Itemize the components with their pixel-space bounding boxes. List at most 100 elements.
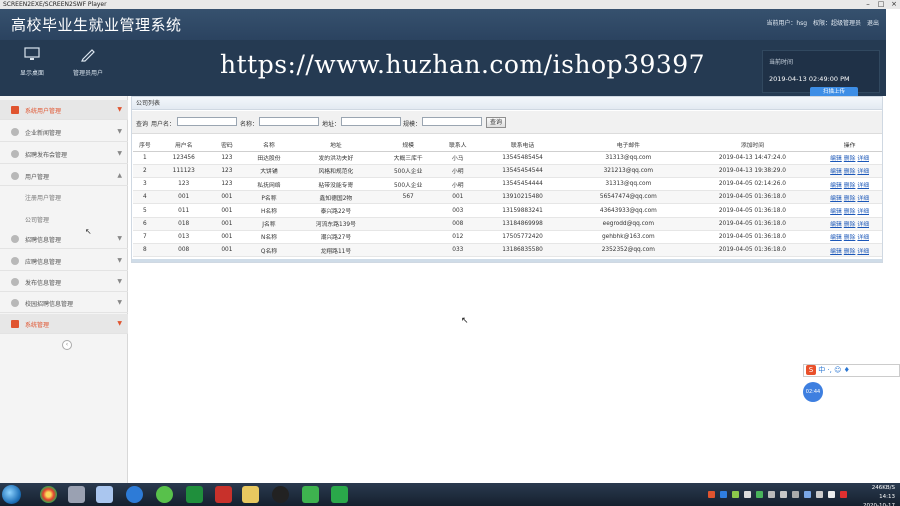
tray-icon[interactable] bbox=[792, 491, 799, 498]
sidebar-item-news[interactable]: 企业新闻管理 ▼ bbox=[0, 122, 128, 142]
delete-link[interactable]: 删除 bbox=[844, 156, 856, 162]
delete-link[interactable]: 删除 bbox=[844, 209, 856, 215]
tray-icon[interactable] bbox=[768, 491, 775, 498]
table-row: 5 011 001 H名称 泰兴路22号 003 13159883241 43643933@q… bbox=[133, 203, 882, 218]
excel-icon[interactable] bbox=[186, 486, 203, 503]
detail-link[interactable]: 详细 bbox=[857, 169, 869, 175]
table-cell: 2019-04-05 01:36:18.0 bbox=[687, 230, 818, 245]
row-actions: 编辑 删除 详细 bbox=[817, 164, 882, 179]
sidebar-sub-registered-users[interactable]: 注册用户管理 bbox=[25, 193, 61, 202]
mouse-cursor-icon: ↖ bbox=[85, 227, 92, 236]
sidebar-item-system[interactable]: 系统管理 ▼ bbox=[0, 314, 128, 334]
table-cell: 001 bbox=[439, 190, 477, 205]
tray-icon[interactable] bbox=[840, 491, 847, 498]
qq-icon[interactable] bbox=[272, 486, 289, 503]
delete-link[interactable]: 删除 bbox=[844, 169, 856, 175]
detail-link[interactable]: 详细 bbox=[857, 222, 869, 228]
edit-link[interactable]: 编辑 bbox=[830, 169, 842, 175]
table-cell: 31313@qq.com bbox=[568, 151, 688, 165]
name-input[interactable] bbox=[259, 117, 319, 126]
admin-user-button[interactable]: 管理员用户 bbox=[62, 45, 114, 77]
volume-icon[interactable] bbox=[816, 491, 823, 498]
table-cell: 123456 bbox=[156, 151, 211, 165]
detail-link[interactable]: 详细 bbox=[857, 235, 869, 241]
pencil-icon bbox=[11, 106, 19, 114]
chrome-icon[interactable] bbox=[40, 486, 57, 503]
network-icon[interactable] bbox=[804, 491, 811, 498]
table-cell: 001 bbox=[210, 217, 244, 231]
ime-tray-icon[interactable] bbox=[828, 491, 835, 498]
minimize-icon[interactable]: – bbox=[862, 0, 874, 9]
username-input[interactable] bbox=[177, 117, 237, 126]
maximize-icon[interactable]: □ bbox=[875, 0, 887, 9]
table-cell: N名称 bbox=[243, 230, 295, 245]
edit-icon bbox=[11, 150, 19, 158]
sidebar-item-recruit-info[interactable]: 招聘信息管理 ▼ bbox=[0, 229, 128, 249]
wechat-icon[interactable] bbox=[302, 486, 319, 503]
delete-link[interactable]: 删除 bbox=[844, 235, 856, 241]
ime-status: 中 ·, ☺ ♦ bbox=[818, 366, 850, 374]
edit-link[interactable]: 编辑 bbox=[830, 249, 842, 255]
detail-link[interactable]: 详细 bbox=[857, 196, 869, 202]
edit-link[interactable]: 编辑 bbox=[830, 209, 842, 215]
timer-bubble[interactable]: 02:44 bbox=[803, 382, 823, 402]
taskbar-clock[interactable]: 246KB/S 14:13 2020-10-17 bbox=[863, 484, 895, 506]
sidebar-item-applications[interactable]: 应聘信息管理 ▼ bbox=[0, 251, 128, 271]
edit-link[interactable]: 编辑 bbox=[830, 222, 842, 228]
table-cell: 13545485454 bbox=[476, 151, 569, 165]
delete-link[interactable]: 删除 bbox=[844, 183, 856, 189]
table-cell: 43643933@qq.com bbox=[568, 203, 688, 218]
sidebar-sub-companies[interactable]: 公司管理 bbox=[25, 215, 49, 224]
chevron-down-icon: ▼ bbox=[117, 320, 122, 327]
sidebar-item-job-fair[interactable]: 招聘发布会管理 ▼ bbox=[0, 144, 128, 164]
ime-toolbar[interactable]: S 中 ·, ☺ ♦ bbox=[803, 364, 900, 377]
sidebar-collapse-icon[interactable]: ‹ bbox=[62, 340, 72, 350]
address-input[interactable] bbox=[341, 117, 401, 126]
column-header: 用户名 bbox=[156, 138, 211, 152]
tray-icon[interactable] bbox=[732, 491, 739, 498]
sidebar-item-publish-info[interactable]: 发布信息管理 ▼ bbox=[0, 272, 128, 292]
column-header: 联系人 bbox=[439, 138, 477, 152]
edit-link[interactable]: 编辑 bbox=[830, 156, 842, 162]
show-desktop-button[interactable]: 显示桌面 bbox=[6, 45, 58, 77]
flash-icon[interactable] bbox=[215, 486, 232, 503]
tray-icon[interactable] bbox=[744, 491, 751, 498]
app-icon[interactable] bbox=[156, 486, 173, 503]
tray-icon[interactable] bbox=[756, 491, 763, 498]
table-cell: 001 bbox=[210, 243, 244, 258]
detail-link[interactable]: 详细 bbox=[857, 156, 869, 162]
search-button[interactable]: 查询 bbox=[486, 117, 507, 128]
delete-link[interactable]: 删除 bbox=[844, 249, 856, 255]
sidebar-item-system-users[interactable]: 系统用户管理 ▼ bbox=[0, 100, 128, 120]
recorder-icon[interactable] bbox=[331, 486, 348, 503]
edit-link[interactable]: 编辑 bbox=[830, 183, 842, 189]
detail-link[interactable]: 详细 bbox=[857, 249, 869, 255]
column-header: 电子邮件 bbox=[568, 138, 688, 152]
detail-link[interactable]: 详细 bbox=[857, 209, 869, 215]
browser-icon[interactable] bbox=[126, 486, 143, 503]
delete-link[interactable]: 删除 bbox=[844, 222, 856, 228]
row-actions: 编辑 删除 详细 bbox=[817, 190, 882, 205]
close-icon[interactable]: × bbox=[888, 0, 900, 9]
folder-icon[interactable] bbox=[242, 486, 259, 503]
delete-link[interactable]: 删除 bbox=[844, 196, 856, 202]
sidebar-item-users[interactable]: 用户管理 ▲ bbox=[0, 166, 128, 186]
tray-icon[interactable] bbox=[780, 491, 787, 498]
sidebar-item-campus-recruit[interactable]: 校园招聘信息管理 ▼ bbox=[0, 293, 128, 313]
table-cell: 13159883241 bbox=[476, 203, 569, 218]
logout-link[interactable]: 退出 bbox=[867, 20, 879, 27]
clock-date: 2020-10-17 bbox=[863, 503, 895, 506]
tray-icon[interactable] bbox=[720, 491, 727, 498]
admin-user-label: 管理员用户 bbox=[72, 70, 103, 77]
document-icon bbox=[11, 172, 19, 180]
row-actions: 编辑 删除 详细 bbox=[817, 217, 882, 231]
detail-link[interactable]: 详细 bbox=[857, 183, 869, 189]
edit-link[interactable]: 编辑 bbox=[830, 235, 842, 241]
app-icon[interactable] bbox=[68, 486, 85, 503]
edit-link[interactable]: 编辑 bbox=[830, 196, 842, 202]
app-title: 高校毕业生就业管理系统 bbox=[11, 16, 182, 34]
scale-input[interactable] bbox=[422, 117, 482, 126]
cloud-icon[interactable] bbox=[96, 486, 113, 503]
tray-icon[interactable] bbox=[708, 491, 715, 498]
start-button[interactable] bbox=[2, 485, 21, 504]
